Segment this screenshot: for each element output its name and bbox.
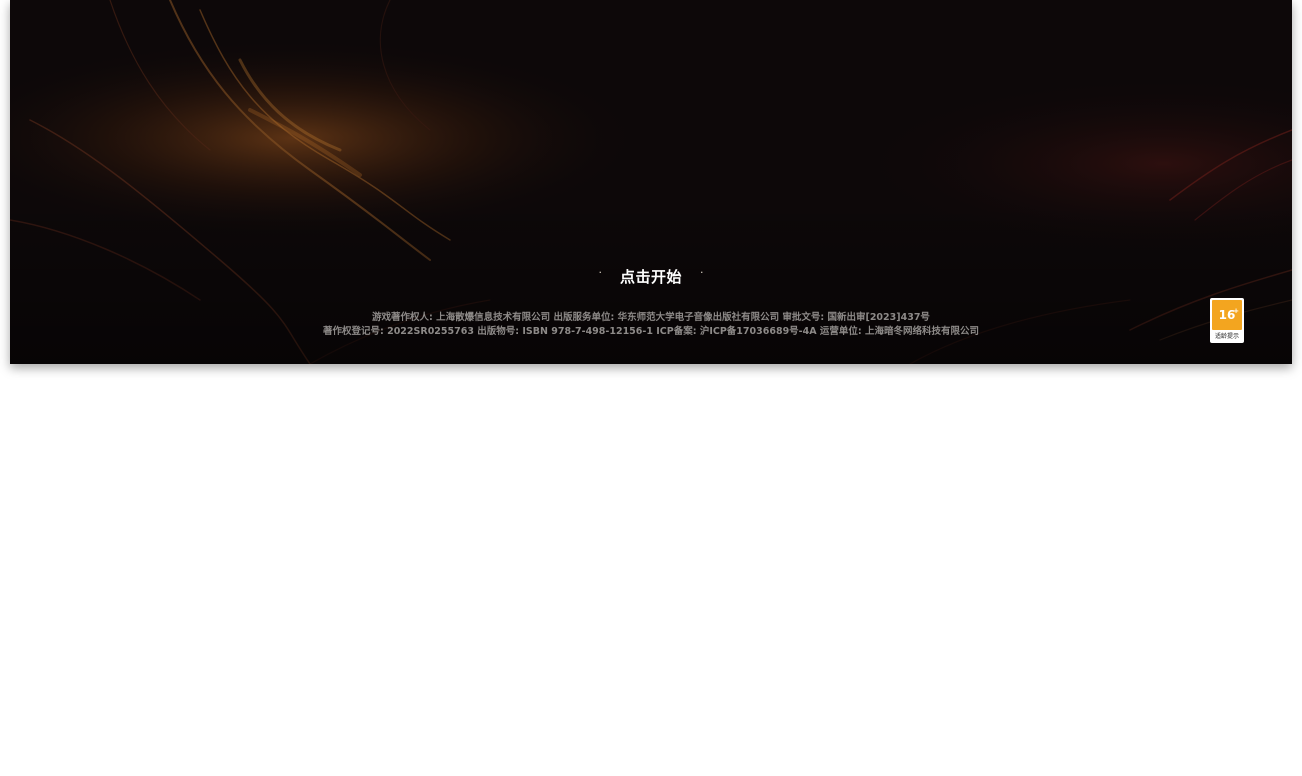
start-area[interactable]: · 点击开始 · [10, 262, 1292, 290]
credits-line-2: 著作权登记号: 2022SR0255763 出版物号: ISBN 978-7-4… [322, 326, 980, 337]
copyright-credits: 游戏著作权人: 上海散爆信息技术有限公司 出版服务单位: 华东师范大学电子音像出… [10, 311, 1292, 339]
age-rating-caption: 适龄提示 [1214, 333, 1239, 340]
start-button[interactable]: 点击开始 [616, 264, 686, 289]
background-artwork [10, 0, 1292, 364]
age-rating-badge[interactable]: 16 + 适龄提示 [1210, 298, 1244, 343]
start-decoration-left: · [598, 265, 602, 279]
game-canvas[interactable]: · 点击开始 · 游戏著作权人: 上海散爆信息技术有限公司 出版服务单位: 华东… [10, 0, 1292, 364]
age-rating-plus: + [1233, 307, 1239, 315]
age-rating-icon: 16 + [1212, 300, 1242, 330]
start-decoration-right: · [700, 265, 704, 279]
credits-line-1: 游戏著作权人: 上海散爆信息技术有限公司 出版服务单位: 华东师范大学电子音像出… [372, 312, 930, 323]
